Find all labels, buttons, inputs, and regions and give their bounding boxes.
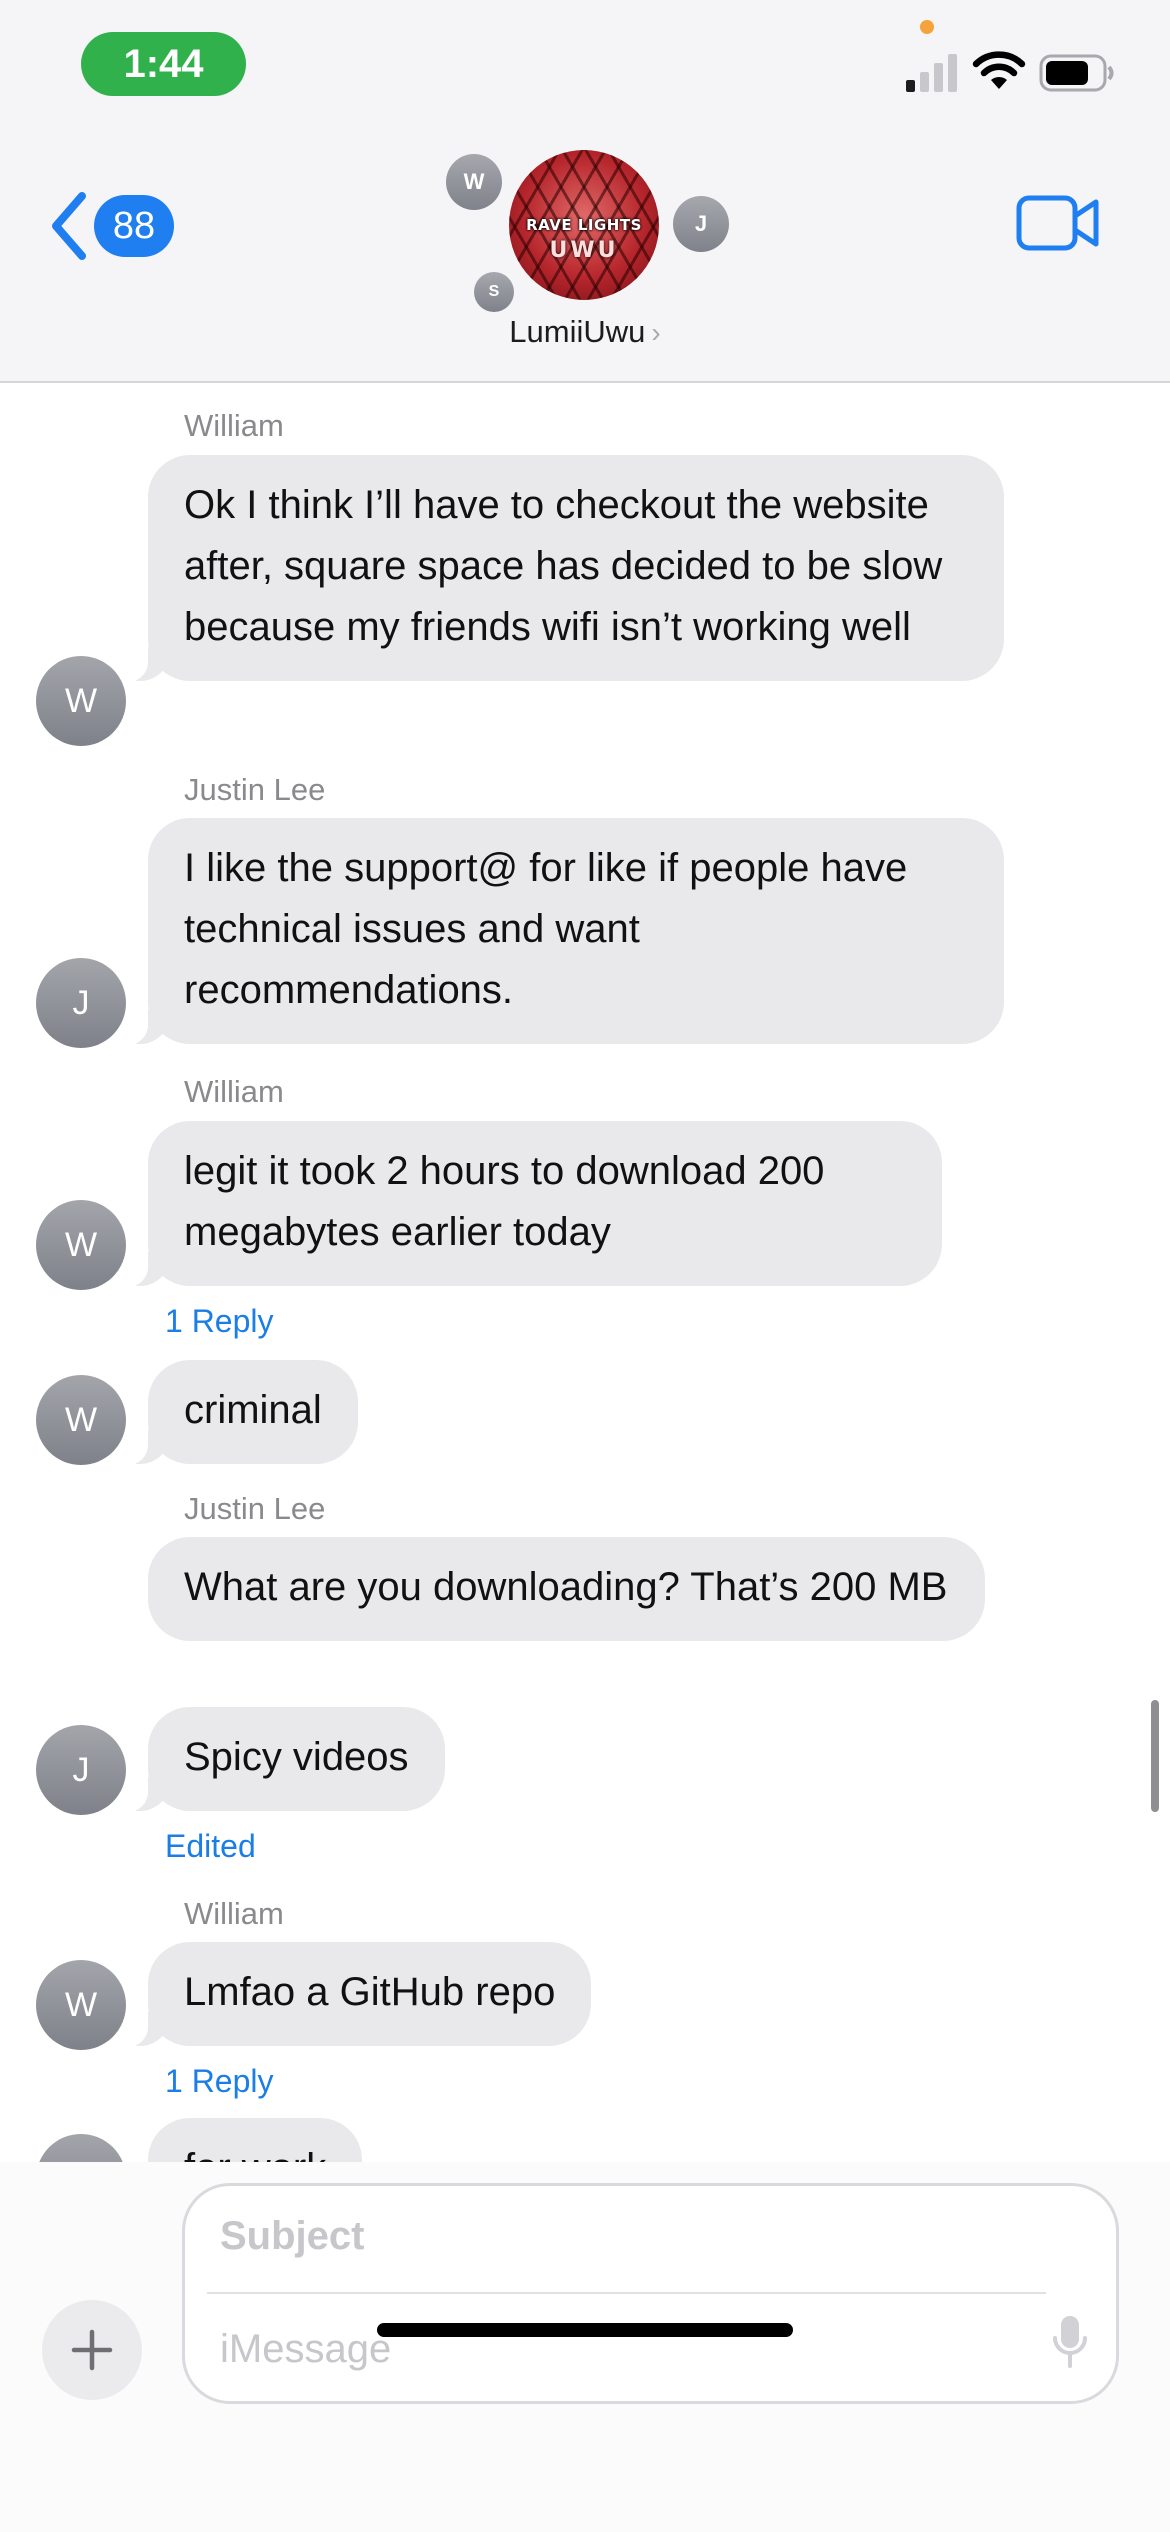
sender-name: Justin Lee [184, 1491, 326, 1526]
sender-avatar[interactable]: J [36, 1725, 126, 1815]
message-field[interactable]: iMessage [220, 2327, 391, 2372]
signal-icon [906, 54, 957, 92]
field-divider [207, 2292, 1046, 2294]
participant-avatar-w: W [446, 154, 502, 210]
video-camera-icon[interactable] [1016, 194, 1100, 252]
apps-plus-button[interactable] [42, 2300, 142, 2400]
message-bubble[interactable]: What are you downloading? That’s 200 MB [148, 1537, 985, 1641]
message-bubble[interactable]: Ok I think I’ll have to checkout the web… [122, 455, 1004, 682]
wifi-icon [972, 51, 1026, 89]
messages-app: 1:44 88 W J S RAVE LIGHTS UWU LumiiUwu ›… [0, 0, 1170, 2532]
sender-name: William [184, 408, 284, 443]
scrollbar-thumb[interactable] [1151, 1700, 1159, 1812]
back-chevron-icon [52, 192, 86, 260]
message-bubble[interactable]: I like the support@ for like if people h… [122, 818, 1004, 1045]
sender-name: William [184, 1074, 284, 1109]
edited-label[interactable]: Edited [165, 1828, 256, 1865]
message-bubble[interactable]: Spicy videos [122, 1707, 445, 1812]
home-indicator[interactable] [377, 2323, 793, 2337]
sender-name: William [184, 1896, 284, 1931]
participant-avatar-j: J [673, 196, 729, 252]
group-photo[interactable]: RAVE LIGHTS UWU [509, 150, 659, 300]
message-bubble[interactable]: legit it took 2 hours to download 200 me… [122, 1121, 942, 1287]
group-name-button[interactable]: LumiiUwu › [0, 314, 1170, 350]
sender-name: Justin Lee [184, 772, 326, 807]
sender-avatar[interactable]: W [36, 1375, 126, 1465]
microphone-icon[interactable] [1052, 2314, 1088, 2370]
sender-avatar[interactable]: W [36, 1200, 126, 1290]
message-bubble[interactable]: criminal [122, 1360, 358, 1465]
conversation-header: 1:44 88 W J S RAVE LIGHTS UWU LumiiUwu › [0, 0, 1170, 383]
chevron-right-icon: › [651, 317, 661, 348]
participant-avatar-s: S [474, 272, 514, 312]
battery-icon [1039, 54, 1114, 92]
message-bubble[interactable]: Lmfao a GitHub repo [121, 1942, 592, 2047]
back-button[interactable]: 88 [48, 190, 174, 262]
compose-bar: Subject iMessage [0, 2162, 1170, 2532]
unread-count-badge: 88 [94, 195, 174, 257]
sender-avatar[interactable]: W [36, 656, 126, 746]
group-photo-logo-line2: UWU [549, 238, 619, 263]
subject-field[interactable]: Subject [220, 2214, 364, 2259]
plus-icon [71, 2329, 113, 2371]
status-time[interactable]: 1:44 [81, 32, 246, 96]
message-input-box[interactable]: Subject iMessage [182, 2183, 1119, 2404]
reply-count-link[interactable]: 1 Reply [165, 2063, 274, 2100]
sender-avatar[interactable]: J [36, 958, 126, 1048]
group-name-label: LumiiUwu [509, 314, 646, 349]
sender-avatar[interactable]: W [36, 1960, 126, 2050]
group-photo-logo-line1: RAVE LIGHTS [526, 216, 642, 234]
reply-count-link[interactable]: 1 Reply [165, 1303, 274, 1340]
privacy-indicator-dot [920, 20, 934, 34]
